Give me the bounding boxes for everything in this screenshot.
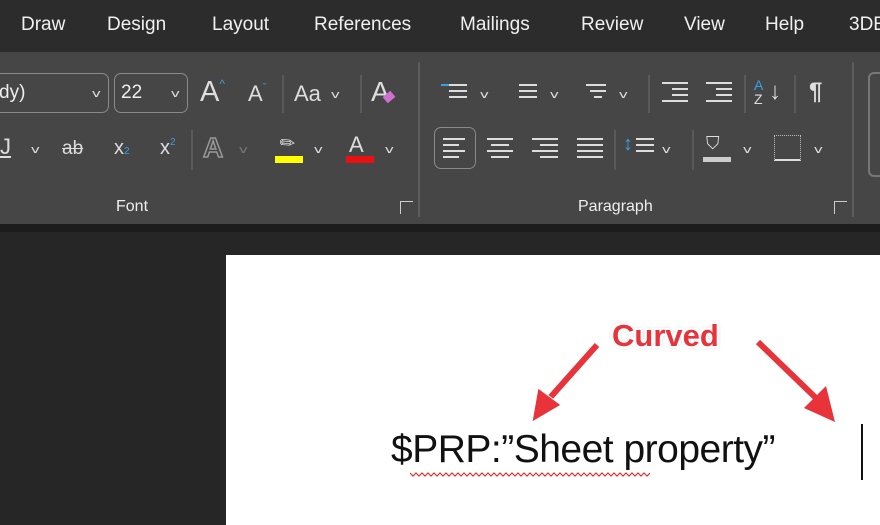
arrow-left bbox=[531, 343, 600, 423]
annotation-label: Curved bbox=[612, 318, 719, 353]
annotation-arrows bbox=[531, 339, 835, 423]
arrow-right bbox=[755, 339, 835, 422]
